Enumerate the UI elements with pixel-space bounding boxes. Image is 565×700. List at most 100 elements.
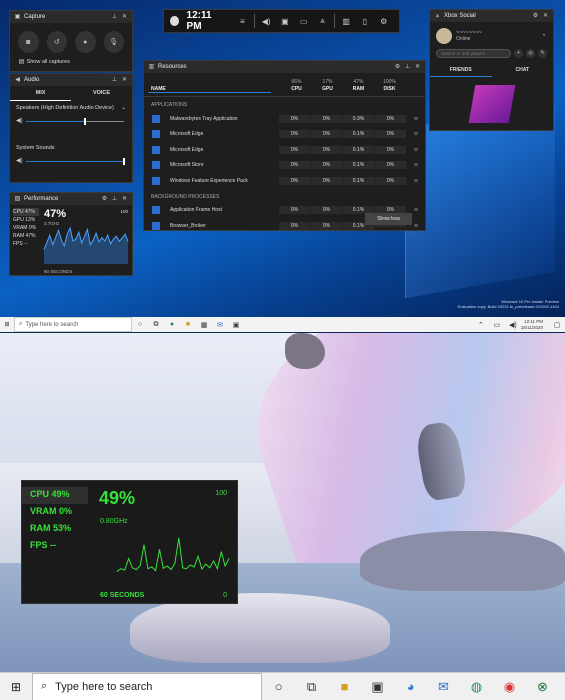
data-point [95,232,97,234]
col-disk[interactable]: DISK [374,86,405,93]
cortana-icon[interactable]: ○ [132,321,148,328]
pin-icon[interactable]: ⊥ [111,77,118,84]
xbox-icon[interactable] [170,16,179,26]
stat-fps[interactable]: FPS -- [13,240,39,248]
table-row[interactable]: Microsoft Edge 0% 0% 0.1% 0% ⊗ [144,127,425,143]
close-icon[interactable]: ✕ [121,77,128,84]
audio-toggle-icon[interactable]: ◀) [257,17,276,26]
taskbar-search[interactable]: ⌕ Type here to search [32,672,262,700]
data-point [87,229,88,230]
stat-gpu[interactable]: GPU 13% [13,216,39,224]
tab-chat[interactable]: CHAT [492,64,554,77]
stat-vram[interactable]: VRAM 0% [13,224,39,232]
cpu-cell: 0% [279,176,310,185]
stat-cpu[interactable]: CPU 47% [13,208,39,216]
stat-fps[interactable]: FPS -- [22,538,88,555]
mail-icon[interactable]: ✉ [427,679,460,695]
end-task-icon[interactable]: ⊗ [411,207,421,213]
file-explorer-icon[interactable]: ■ [328,679,361,694]
close-icon[interactable]: ✕ [414,64,421,71]
cortana-icon[interactable]: ○ [262,679,295,694]
table-row[interactable]: Malwarebytes Tray Application 0% 0% 0.3% 0% ⊗ [144,111,425,127]
screenshot-button[interactable]: ◙ [18,31,39,53]
col-gpu[interactable]: GPU [312,86,343,93]
file-explorer-icon[interactable]: ■ [180,321,196,328]
notification-icon[interactable]: ◔ [540,33,547,40]
volume-icon[interactable]: ◀) [505,321,521,329]
col-ram[interactable]: RAM [343,86,374,93]
taskbar-search[interactable]: ⌕ Type here to search [14,317,132,332]
party-icon[interactable]: ◎ [526,49,535,58]
xbox-icon[interactable]: ⊗ [526,679,559,695]
end-task-icon[interactable]: ⊗ [411,147,421,153]
close-icon[interactable]: ✕ [121,14,128,21]
stat-cpu[interactable]: CPU 49% [22,487,88,504]
table-row[interactable]: Microsoft Edge 0% 0% 0.1% 0% ⊗ [144,142,425,158]
social-toggle-icon[interactable]: ⩓ [313,16,332,26]
capture-toggle-icon[interactable]: ▣ [276,17,295,26]
clock[interactable]: 12:11 PM 18/11/2020 [521,319,549,331]
stat-ram[interactable]: RAM 47% [13,232,39,240]
stat-ram[interactable]: RAM 53% [22,521,88,538]
store-icon[interactable]: ▦ [196,321,212,329]
app-icon[interactable]: ▣ [361,679,394,695]
edge-icon[interactable]: ● [164,321,180,328]
table-row[interactable]: Windows Feature Experience Pack 0% 0% 0.1% 0… [144,173,425,189]
show-less-button[interactable]: Show less [365,213,412,225]
add-friend-icon[interactable]: + [514,49,523,58]
graph-min-label: 0 [223,592,227,599]
end-task-icon[interactable]: ⊗ [411,178,421,184]
photos-icon[interactable]: ▣ [228,321,244,329]
stat-vram[interactable]: VRAM 0% [22,504,88,521]
notification-center-icon[interactable]: ▢ [549,321,565,329]
menu-icon[interactable]: ≡ [233,17,252,26]
slider-thumb[interactable] [123,158,125,165]
close-icon[interactable]: ✕ [542,13,549,20]
col-cpu[interactable]: CPU [281,86,312,93]
resources-toggle-icon[interactable]: ▥ [337,17,356,26]
app-icon [152,130,160,139]
player-search-input[interactable] [436,49,511,58]
end-task-icon[interactable]: ⊗ [411,223,421,229]
settings-icon[interactable]: ⚙ [374,17,393,26]
system-volume-slider[interactable]: ◀) [16,157,126,167]
pin-icon[interactable]: ⊥ [404,64,411,71]
options-icon[interactable]: ⚙ [394,64,401,71]
mail-icon[interactable]: ✉ [212,321,228,329]
end-task-icon[interactable]: ⊗ [411,116,421,122]
end-task-icon[interactable]: ⊗ [411,162,421,168]
audio-device-select[interactable]: Speakers (High Definition Audio Device) … [10,101,132,115]
record-last-button[interactable]: ↺ [46,31,67,53]
show-all-captures-link[interactable]: ▤ Show all captures [10,57,132,68]
pin-icon[interactable]: ⊥ [111,14,118,21]
task-view-icon[interactable]: ⧉ [148,321,164,329]
pin-icon[interactable]: ⊥ [111,196,118,203]
tab-voice[interactable]: VOICE [71,86,132,101]
tray-chevron-icon[interactable]: ⌃ [473,321,489,329]
options-icon[interactable]: ⚙ [101,196,108,203]
start-icon[interactable]: ⊞ [0,321,14,328]
mic-button[interactable]: 🎙 [103,31,124,53]
close-icon[interactable]: ✕ [121,196,128,203]
options-icon[interactable]: ⚙ [532,13,539,20]
performance-toggle-icon[interactable]: ▭ [294,17,313,26]
record-button[interactable]: ● [75,31,96,53]
chrome-icon[interactable]: ◉ [493,679,526,695]
data-point [228,558,230,559]
messenger-icon[interactable]: ◕ [394,679,427,694]
end-task-icon[interactable]: ⊗ [411,131,421,137]
data-point [92,239,94,241]
col-name[interactable]: NAME [148,86,271,93]
slider-thumb[interactable] [83,118,86,125]
network-icon[interactable]: ▭ [489,321,505,329]
device-volume-slider[interactable]: ◀) [16,117,126,127]
mouse-icon[interactable]: ▯ [355,17,374,26]
table-row[interactable]: Microsoft Store 0% 0% 0.1% 0% ⊗ [144,158,425,174]
user-card[interactable]: ~~~~~~~~ Online ◔ [430,22,553,46]
tab-mix[interactable]: MIX [10,86,71,101]
task-view-icon[interactable]: ⧉ [295,679,328,695]
message-icon[interactable]: ✎ [538,49,547,58]
start-icon[interactable]: ⊞ [0,680,32,694]
tab-friends[interactable]: FRIENDS [430,64,492,77]
edge-canary-icon[interactable]: ◍ [460,679,493,695]
